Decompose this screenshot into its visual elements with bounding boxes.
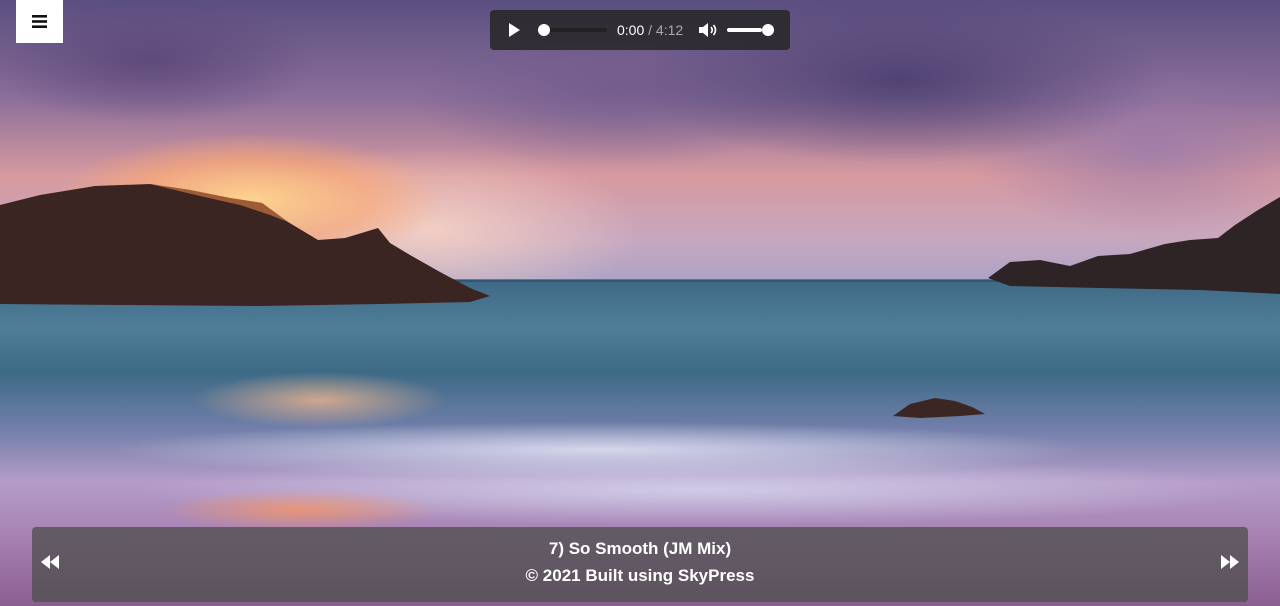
menu-button[interactable] <box>16 0 63 43</box>
volume-slider[interactable] <box>727 28 762 32</box>
duration: 4:12 <box>655 22 684 38</box>
progress-knob[interactable] <box>538 24 550 36</box>
current-time: 0:00 <box>617 22 645 38</box>
time-display: 0:00 / 4:12 <box>617 22 683 38</box>
fast-forward-icon[interactable] <box>1220 554 1240 570</box>
copyright-text: © 2021 Built using SkyPress <box>525 566 755 585</box>
rocks <box>0 184 1280 418</box>
progress-track[interactable] <box>544 28 607 32</box>
audio-player: 0:00 / 4:12 <box>490 10 790 50</box>
footer-bar: 7) So Smooth (JM Mix) © 2021 Built using… <box>32 527 1248 602</box>
volume-knob[interactable] <box>762 24 774 36</box>
speaker-icon[interactable] <box>698 22 718 38</box>
track-title: 7) So Smooth (JM Mix) <box>548 539 732 558</box>
background-image <box>0 0 1280 606</box>
play-icon[interactable] <box>506 22 522 38</box>
hamburger-icon <box>32 15 47 28</box>
time-separator: / <box>648 22 653 38</box>
